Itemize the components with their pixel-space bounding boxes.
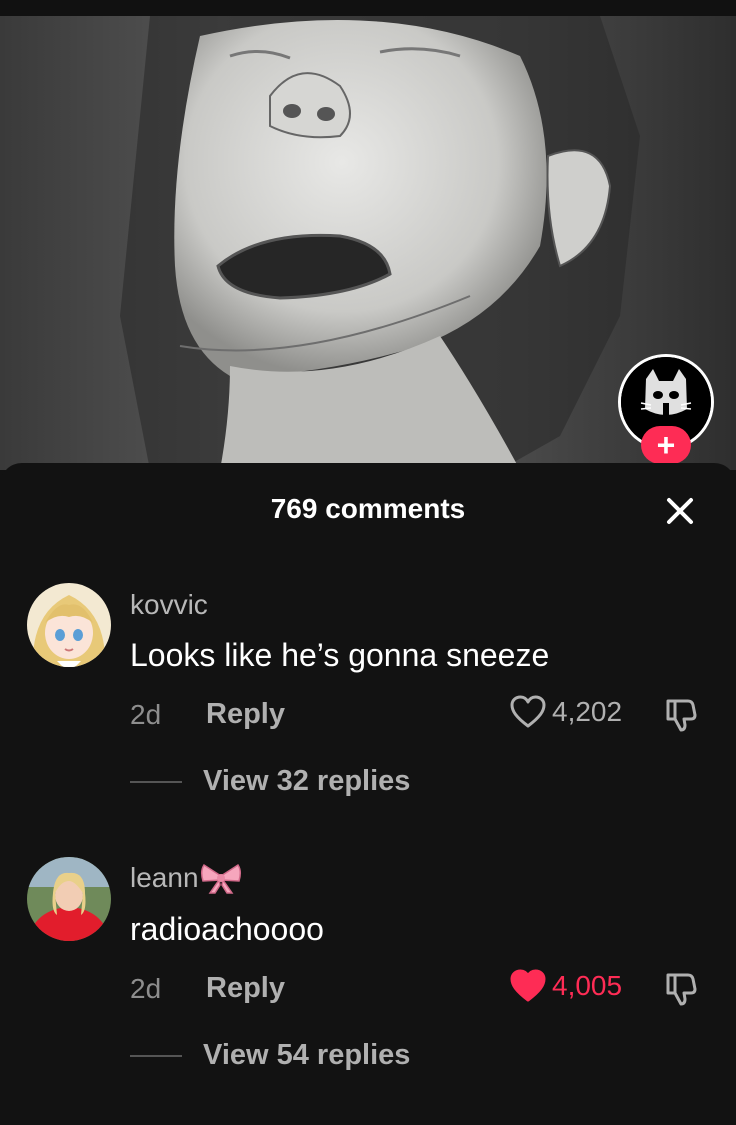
like-count: 4,202 [552,696,623,727]
comment-timestamp: 2d [130,973,162,1004]
comment-timestamp: 2d [130,699,162,730]
comment-text: radioachoooo [130,911,324,947]
like-button[interactable]: 4,005 [510,969,622,1003]
replies-divider [130,781,182,783]
like-button[interactable]: 4,202 [510,695,622,729]
heart-icon [510,969,546,1002]
dislike-icon [666,973,697,1006]
dislike-icon [666,699,697,732]
status-bar [0,0,736,16]
avatar[interactable] [27,857,111,941]
bow-emoji-icon [200,863,241,894]
replies-divider [130,1055,182,1057]
dislike-button[interactable] [660,695,700,735]
user-photo-avatar-image [27,857,111,941]
view-replies-button[interactable]: View 32 replies [203,765,410,798]
close-button[interactable] [660,491,700,531]
reply-button[interactable]: Reply [206,698,285,731]
avatar[interactable] [27,583,111,667]
comments-count-title: 769 comments [270,493,466,524]
close-icon [667,498,693,524]
comment-username[interactable]: leann [130,861,242,895]
reply-button[interactable]: Reply [206,972,285,1005]
comments-sheet: 769 comments kovvic Looks like he’s gonn… [0,463,736,1125]
follow-button[interactable]: + [641,426,691,464]
like-count: 4,005 [552,970,623,1001]
comment-text: Looks like he’s gonna sneeze [130,637,550,673]
view-replies-button[interactable]: View 54 replies [203,1039,410,1072]
comment-username[interactable]: kovvic [130,589,208,621]
heart-icon [510,695,546,728]
dislike-button[interactable] [660,969,700,1009]
anime-girl-avatar-image [27,583,111,667]
